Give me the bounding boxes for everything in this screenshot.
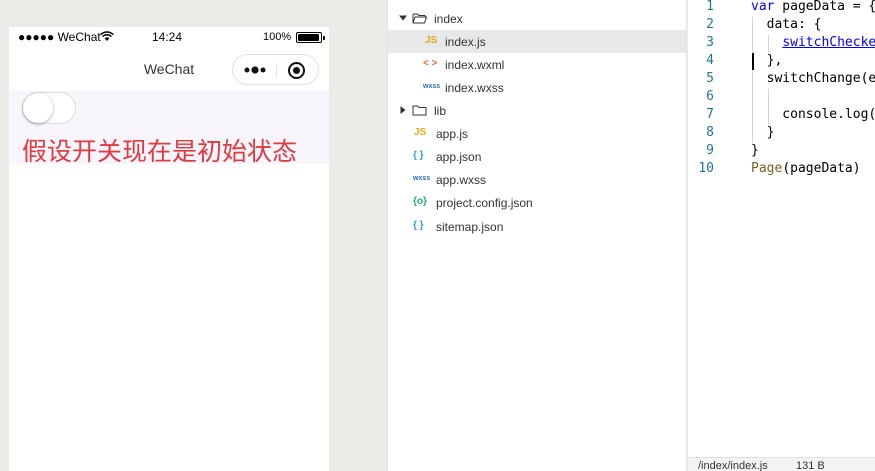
more-icon[interactable] [244,65,268,75]
folder-icon [412,105,427,116]
code-line: console.log( [751,107,875,122]
menu-capsule [232,54,319,85]
js-file-icon: JS [414,127,427,138]
code-line: switchChecke [751,35,875,50]
line-number: 6 [706,89,714,104]
code-line: } [751,125,775,140]
code-line: }, [751,53,783,68]
tree-item-label: sitemap.json [436,220,504,234]
code-line: var pageData = { [751,0,875,14]
line-number: 3 [706,35,714,50]
battery-icon [296,32,325,43]
code-token: data: { [751,17,822,32]
tree-file-app-wxss[interactable]: wxss app.wxss [388,168,686,191]
code-token: pageData = { [774,0,875,14]
tree-item-label: index.wxml [445,58,505,72]
editor-status-bar: /index/index.js 131 B [688,457,875,471]
code-line: switchChange(e [751,71,875,86]
code-token: }, [751,53,783,68]
code-line: data: { [751,17,822,32]
code-token: } [751,125,775,140]
toggle-switch[interactable] [22,92,76,124]
file-path: /index/index.js [698,460,768,471]
status-bar: ●●●●● WeChat 14:24 100% [9,27,329,47]
line-number: 10 [698,161,714,176]
config-file-icon: {o} [413,196,427,207]
code-token: } [751,143,759,158]
tree-file-app-js[interactable]: JS app.js [388,122,686,145]
code-editor[interactable]: 1 2 3 4 5 6 7 8 9 10 var pageData = { da… [688,0,875,471]
tree-file-index-js[interactable]: JS index.js [388,30,686,53]
tree-file-project-config[interactable]: {o} project.config.json [388,191,686,214]
tree-folder-lib[interactable]: lib [388,99,686,122]
phone-screen: ●●●●● WeChat 14:24 100% WeChat 假设开关现在是初始… [9,27,329,471]
tree-file-sitemap-json[interactable]: { } sitemap.json [388,215,686,238]
js-file-icon: JS [425,35,438,46]
capsule-divider [276,63,277,78]
tree-item-label: index.wxss [445,81,504,95]
navigation-bar: WeChat [9,47,329,91]
switch-knob [23,93,53,123]
code-token: console.log( [751,107,875,122]
code-token: switchChecke [782,35,875,50]
tree-item-label: index.js [445,35,486,49]
simulator-pane: ●●●●● WeChat 14:24 100% WeChat 假设开关现在是初始… [0,0,387,471]
wifi-icon [100,31,114,41]
tree-file-app-json[interactable]: { } app.json [388,145,686,168]
line-number: 9 [706,143,714,158]
tree-folder-index[interactable]: index [388,7,686,30]
caret-down-icon[interactable] [399,14,407,22]
folder-open-icon [412,13,427,24]
code-token: Page [751,161,783,176]
file-explorer: index JS index.js < > index.wxml wxss in… [387,0,687,471]
tree-item-label: app.js [436,127,469,141]
code-token: var [751,0,775,14]
tree-file-index-wxml[interactable]: < > index.wxml [388,53,686,76]
tree-file-index-wxss[interactable]: wxss index.wxss [388,76,686,99]
code-token: switchChange(e [751,71,875,86]
wxss-file-icon: wxss [423,83,441,90]
json-file-icon: { } [413,220,424,231]
code-token: (pageData) [782,161,861,176]
line-number: 5 [706,71,714,86]
tree-item-label: app.json [436,150,482,164]
close-miniprogram-icon[interactable] [288,62,305,79]
wxml-file-icon: < > [423,58,438,69]
line-number: 4 [706,53,714,68]
line-number: 7 [706,107,714,122]
line-number: 2 [706,17,714,32]
json-file-icon: { } [413,150,424,161]
tree-item-label: lib [434,104,447,118]
clock: 14:24 [152,30,183,44]
wxss-file-icon: wxss [413,175,431,182]
caret-right-icon[interactable] [399,106,407,114]
carrier-label: ●●●●● WeChat [18,30,101,44]
tree-item-label: index [434,12,463,26]
code-line: } [751,143,759,158]
file-size: 131 B [796,460,825,471]
tree-item-label: app.wxss [436,173,487,187]
hint-text: 假设开关现在是初始状态 [22,137,298,166]
page-body: 假设开关现在是初始状态 [9,91,329,471]
line-number: 1 [706,0,714,14]
battery-percent: 100% [263,31,292,43]
tree-item-label: project.config.json [436,196,533,210]
line-number: 8 [706,125,714,140]
code-line: Page(pageData) [751,161,861,176]
